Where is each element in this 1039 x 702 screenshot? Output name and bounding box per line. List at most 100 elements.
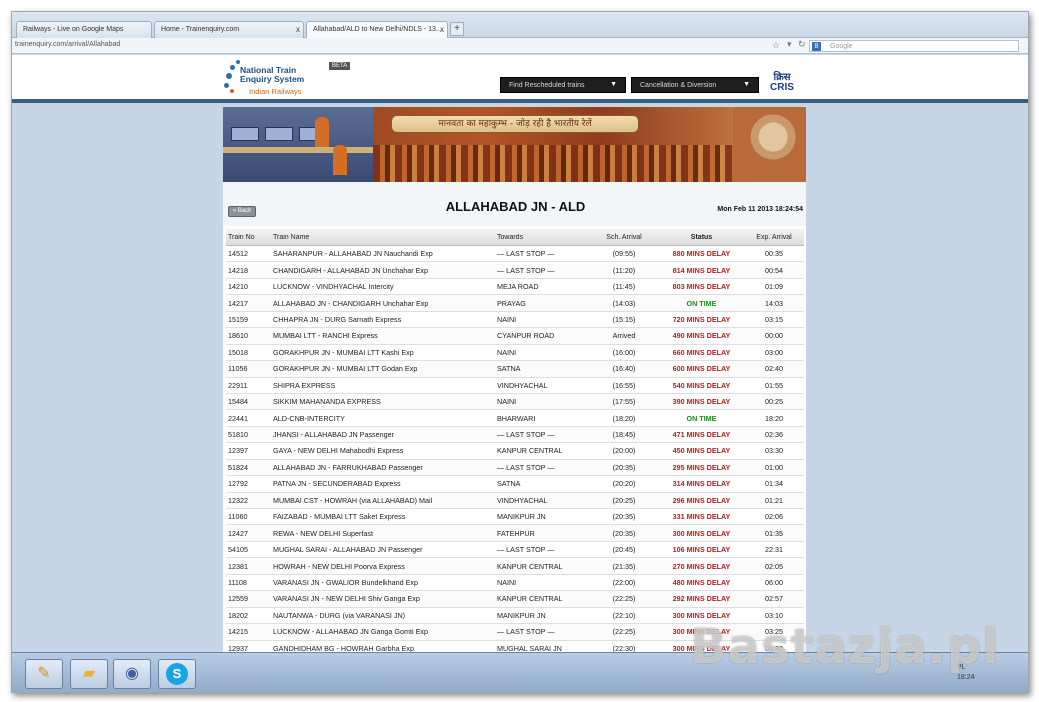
scheduled-arrival: (15:15) [612, 314, 636, 324]
expected-arrival: 02:06 [765, 512, 783, 522]
reload-icon[interactable]: ↻ [798, 39, 806, 50]
table-row[interactable]: 12427 REWA - NEW DELHI Superfast FATEHPUR (… [226, 525, 804, 542]
scheduled-arrival: (20:35) [612, 528, 636, 538]
cris-logo-english: CRIS [770, 82, 794, 93]
status-badge: ON TIME [686, 298, 717, 308]
bookmark-star-icon[interactable]: ☆ [772, 40, 780, 51]
scheduled-arrival: (16:40) [612, 364, 636, 374]
table-row[interactable]: 15159 CHHAPRA JN - DURG Sarnath Express NA… [226, 311, 804, 329]
skype-icon[interactable]: S [158, 659, 196, 689]
train-name: MUGHAL SARAI - ALLAHABAD JN Passenger [273, 545, 423, 555]
status-badge: 803 MINS DELAY [672, 282, 731, 292]
header-train-name[interactable]: Train Name [273, 234, 497, 241]
table-row[interactable]: 11056 GORAKHPUR JN - MUMBAI LTT Godan Exp… [226, 361, 804, 378]
train-number: 12397 [228, 446, 248, 456]
scheduled-arrival: (16:00) [612, 347, 636, 357]
expected-arrival: 14:03 [765, 298, 783, 308]
train-name: ALLAHABAD JN - FARRUKHABAD Passenger [273, 462, 423, 472]
tab-trainenquiry-home[interactable]: Home - Trainenquiry.com x [154, 21, 304, 38]
table-row[interactable]: 12381 HOWRAH - NEW DELHI Poorva Express KA… [226, 558, 804, 575]
watermark-text: Bastazja.pl [690, 619, 1000, 675]
table-row[interactable]: 51810 JHANSI - ALLAHABAD JN Passenger — LA… [226, 426, 804, 444]
address-bar[interactable]: trainenquiry.com/arrival/Allahabad [15, 41, 120, 48]
status-badge: 270 MINS DELAY [672, 561, 731, 571]
screenshot-frame: Railways - Live on Google Maps Home - Tr… [11, 11, 1029, 693]
train-name: GORAKHPUR JN - MUMBAI LTT Godan Exp [273, 364, 418, 374]
expected-arrival: 01:34 [765, 479, 783, 489]
dropdown-arrow-icon[interactable]: ▾ [787, 39, 792, 50]
table-row[interactable]: 12322 MUMBAI CST - HOWRAH (via ALLAHABAD)… [226, 492, 804, 509]
header-train-no[interactable]: Train No [226, 234, 273, 241]
scheduled-arrival: (20:45) [612, 545, 636, 555]
station-title: ALLAHABAD JN - ALD [445, 199, 586, 214]
table-row[interactable]: 51824 ALLAHABAD JN - FARRUKHABAD Passenge… [226, 459, 804, 477]
close-tab-icon[interactable]: x [440, 25, 444, 34]
tab-railways-map[interactable]: Railways - Live on Google Maps [16, 21, 152, 38]
status-badge: 480 MINS DELAY [672, 577, 731, 587]
table-row[interactable]: 11108 VARANASI JN - GWALIOR Bundelkhand E… [226, 574, 804, 592]
search-placeholder: Google [830, 43, 853, 50]
table-row[interactable]: 12792 PATNA JN - SECUNDERABAD Express SATN… [226, 476, 804, 493]
search-box[interactable]: 8 Google [809, 40, 1019, 52]
logo-subtitle: Indian Railways [249, 87, 302, 96]
firefox-icon[interactable]: ◉ [113, 659, 151, 689]
expected-arrival: 18:20 [765, 413, 783, 423]
expected-arrival: 01:09 [765, 282, 783, 292]
tab-allahabad-arrivals[interactable]: Allahabad/ALD to New Delhi/NDLS - 13... … [306, 21, 448, 38]
train-name: JHANSI - ALLAHABAD JN Passenger [273, 430, 395, 440]
expected-arrival: 06:00 [765, 577, 783, 587]
ntes-logo[interactable]: National Train Enquiry System Indian Rai… [224, 59, 351, 99]
cancellation-diversion-dropdown[interactable]: Cancellation & Diversion ▼ [631, 77, 759, 93]
table-row[interactable]: 18610 MUMBAI LTT - RANCHI Express CYANPUR … [226, 328, 804, 345]
status-badge: 314 MINS DELAY [672, 479, 731, 489]
search-engine-icon[interactable]: 8 [812, 42, 821, 51]
scheduled-arrival: (18:20) [612, 413, 636, 423]
scheduled-arrival: (11:20) [612, 265, 636, 275]
rescheduled-trains-dropdown[interactable]: Find Rescheduled trains ▼ [500, 77, 626, 93]
cris-logo[interactable]: क्रिस CRIS [762, 73, 802, 93]
status-badge: 660 MINS DELAY [672, 347, 731, 357]
folder-icon[interactable]: ▰ [70, 659, 108, 689]
back-button[interactable]: « Back [228, 206, 256, 217]
train-name: SIKKIM MAHANANDA EXPRESS [273, 397, 381, 407]
header-status[interactable]: Status [659, 234, 744, 241]
scheduled-arrival: (21:35) [612, 561, 636, 571]
towards-station: KANPUR CENTRAL [497, 446, 563, 456]
table-row[interactable]: 14210 LUCKNOW - VINDHYACHAL Intercity MEJA… [226, 278, 804, 296]
train-name: GAYA - NEW DELHI Mahabodhi Express [273, 446, 404, 456]
train-name: MUMBAI CST - HOWRAH (via ALLAHABAD) Mail [273, 495, 433, 505]
quicklaunch-app-icon[interactable]: ✎ [25, 659, 63, 689]
train-number: 51824 [228, 462, 248, 472]
new-tab-button[interactable]: + [450, 22, 464, 36]
table-row[interactable]: 22441 ALD-CNB-INTERCITY BHARWARI (18:20) ON … [226, 410, 804, 427]
close-tab-icon[interactable]: x [296, 25, 300, 34]
scheduled-arrival: (14:03) [612, 298, 636, 308]
table-row[interactable]: 22911 SHIPRA EXPRESS VINDHYACHAL (16:55) 540… [226, 377, 804, 394]
status-badge: 295 MINS DELAY [672, 462, 731, 472]
table-row[interactable]: 14512 SAHARANPUR - ALLAHABAD JN Nauchandi… [226, 246, 804, 263]
train-number: 15018 [228, 347, 248, 357]
table-row[interactable]: 14218 CHANDIGARH - ALLAHABAD JN Unchahar … [226, 262, 804, 279]
towards-station: — LAST STOP — [497, 430, 555, 440]
towards-station: CYANPUR ROAD [497, 331, 555, 341]
towards-station: — LAST STOP — [497, 462, 555, 472]
scheduled-arrival: (20:35) [612, 512, 636, 522]
train-number: 15159 [228, 314, 248, 324]
train-number: 22441 [228, 413, 248, 423]
table-row[interactable]: 15018 GORAKHPUR JN - MUMBAI LTT Kashi Exp… [226, 344, 804, 362]
status-badge: ON TIME [686, 413, 717, 423]
tab-label: Allahabad/ALD to New Delhi/NDLS - 13... [313, 26, 442, 33]
table-row[interactable]: 54105 MUGHAL SARAI - ALLAHABAD JN Passeng… [226, 541, 804, 559]
table-row[interactable]: 12397 GAYA - NEW DELHI Mahabodhi Express K… [226, 443, 804, 460]
towards-station: VINDHYACHAL [497, 380, 548, 390]
towards-station: NAINI [497, 347, 517, 357]
table-row[interactable]: 14217 ALLAHABAD JN - CHANDIGARH Unchahar … [226, 295, 804, 312]
header-towards[interactable]: Towards [497, 234, 589, 241]
table-row[interactable]: 15484 SIKKIM MAHANANDA EXPRESS NAINI (17:55… [226, 393, 804, 411]
table-row[interactable]: 11060 FAIZABAD - MUMBAI LTT Saket Express… [226, 509, 804, 526]
status-badge: 390 MINS DELAY [672, 397, 731, 407]
train-number: 51810 [228, 430, 248, 440]
table-row[interactable]: 12559 VARANASI JN - NEW DELHI Shiv Ganga … [226, 591, 804, 608]
header-exp-arrival[interactable]: Exp. Arrival [744, 234, 804, 241]
header-sch-arrival[interactable]: Sch. Arrival [589, 234, 659, 241]
